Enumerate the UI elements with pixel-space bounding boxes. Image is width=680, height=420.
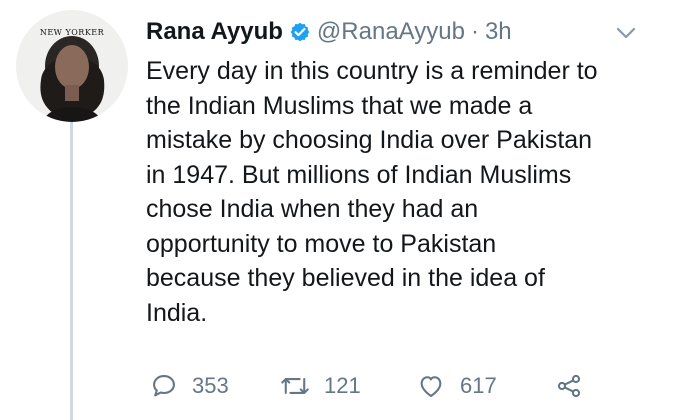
reply-count: 353 [192, 373, 229, 398]
retweet-button[interactable]: 121 [280, 372, 416, 400]
like-count: 617 [460, 373, 497, 398]
thread-line [70, 120, 73, 420]
like-button[interactable]: 617 [416, 372, 554, 400]
retweet-icon [281, 378, 309, 394]
reply-icon [153, 375, 175, 397]
display-name[interactable]: Rana Ayyub [146, 18, 283, 46]
tweet-actions: 353 121 617 [150, 368, 584, 404]
share-icon [557, 374, 581, 398]
chevron-down-icon[interactable] [616, 26, 636, 40]
tweet-content: Rana Ayyub @RanaAyyub · 3h Every day in … [146, 14, 666, 330]
separator-dot: · [470, 18, 479, 45]
avatar-brand-text: NEW YORKER [39, 28, 105, 37]
tweet-text: Every day in this country is a reminder … [146, 57, 598, 327]
tweet-card[interactable]: NEW YORKER Rana Ayyub @RanaAyyub · 3h Ev… [0, 0, 680, 420]
avatar-photo [16, 10, 128, 122]
share-button[interactable] [554, 372, 584, 400]
tweet-header: Rana Ayyub @RanaAyyub · 3h [146, 14, 666, 50]
user-handle[interactable]: @RanaAyyub [317, 18, 465, 46]
tweet-time[interactable]: 3h [485, 18, 512, 46]
verified-badge-icon [289, 21, 311, 43]
retweet-count: 121 [324, 373, 361, 398]
avatar[interactable]: NEW YORKER [16, 10, 128, 122]
reply-button[interactable]: 353 [150, 372, 280, 400]
heart-icon [420, 376, 442, 397]
